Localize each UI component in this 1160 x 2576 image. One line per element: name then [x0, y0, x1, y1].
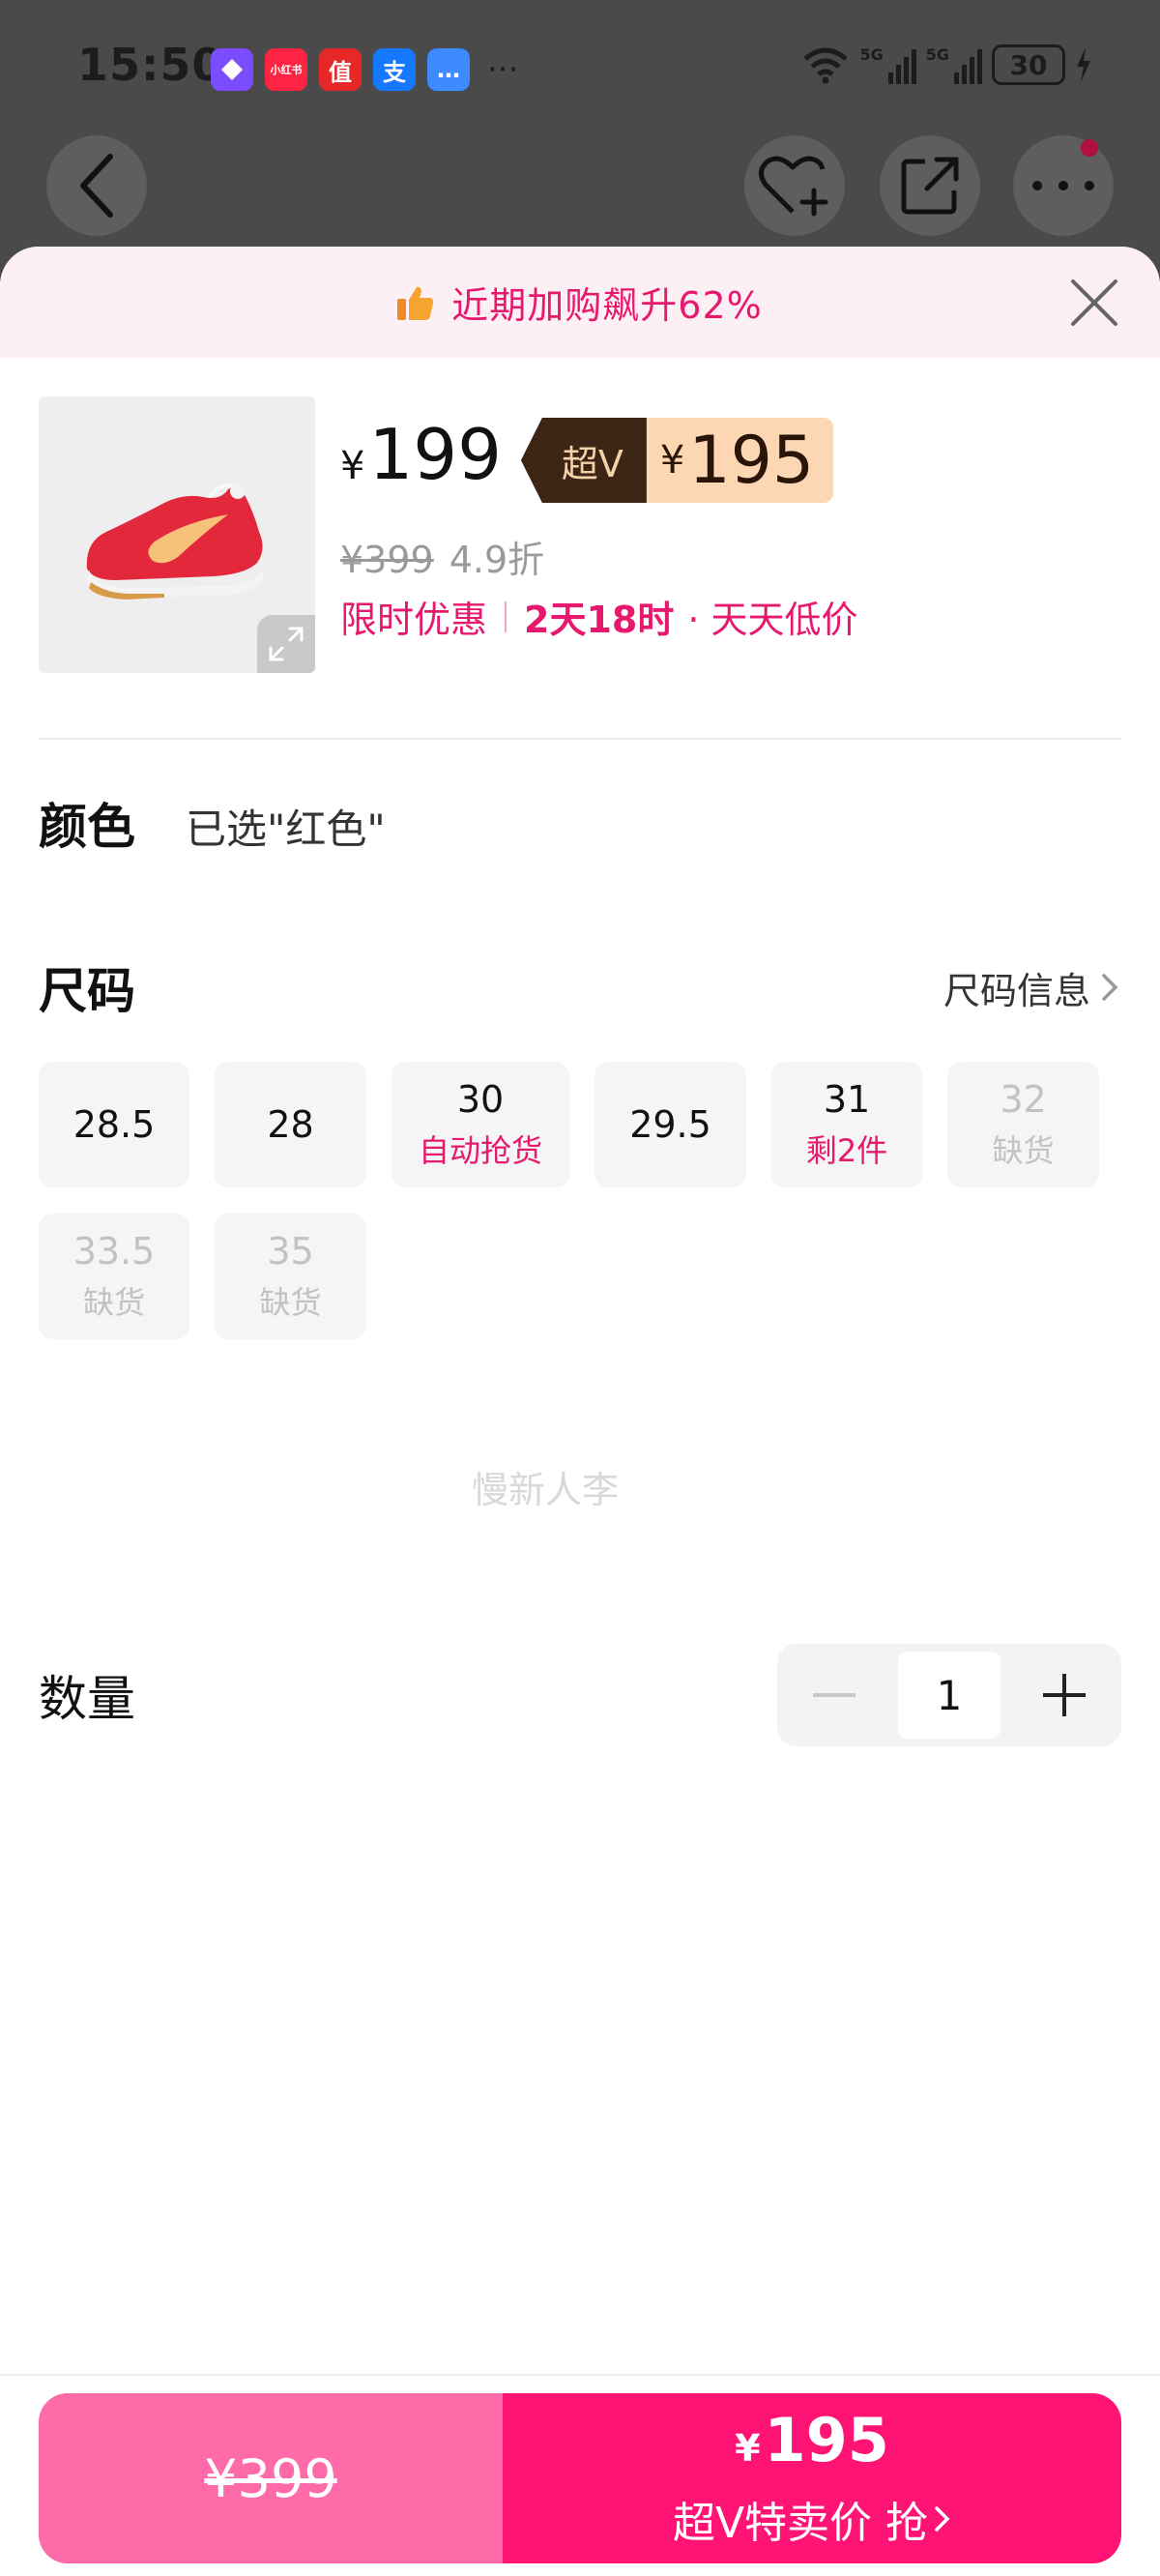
- vip-price: ¥195: [646, 418, 834, 503]
- chevron-left-icon: [80, 154, 113, 218]
- size-option-32[interactable]: 32 缺货: [947, 1062, 1099, 1187]
- system-icons: 5G 5G 30: [801, 44, 1092, 85]
- increase-button[interactable]: [1021, 1652, 1108, 1739]
- chevron-right-icon: [1102, 974, 1118, 1001]
- smzdm-icon: 值: [319, 48, 362, 91]
- decrease-button[interactable]: [791, 1652, 878, 1739]
- promo-label: 限时优惠: [340, 599, 488, 641]
- color-section: 颜色 已选"红色": [39, 788, 386, 858]
- size-option-29-5[interactable]: 29.5: [594, 1062, 746, 1187]
- quantity-value[interactable]: 1: [898, 1652, 1000, 1739]
- xiaohongshu-icon: 小红书: [265, 48, 307, 91]
- more-button[interactable]: [1013, 135, 1114, 236]
- signal-1-icon: 5G: [859, 45, 916, 84]
- close-icon[interactable]: [1067, 276, 1121, 330]
- screen: 15:50 小红书 值 支 … ··· 5G 5G 30 近期加购飙升62% ¥…: [0, 0, 1160, 2576]
- quantity-stepper: 1: [777, 1644, 1121, 1746]
- alipay-icon: 支: [373, 48, 416, 91]
- buy-original-price-button[interactable]: ¥399: [39, 2393, 503, 2563]
- battery-icon: 30: [992, 44, 1065, 85]
- promo-row: 限时优惠 2天18时 · 天天低价: [340, 590, 858, 643]
- divider: [39, 738, 1121, 740]
- share-icon: [901, 157, 959, 215]
- vip-label: 超V: [520, 418, 647, 503]
- size-info-link[interactable]: 尺码信息: [943, 961, 1121, 1014]
- bottom-action-bar: ¥399 ¥195 超V特卖价 抢: [0, 2374, 1160, 2576]
- message-icon: …: [427, 48, 470, 91]
- heart-plus-icon: [759, 156, 828, 217]
- quantity-title: 数量: [39, 1671, 135, 1727]
- original-price-row: ¥399 4.9折: [340, 530, 544, 583]
- diamond-app-icon: [211, 48, 253, 91]
- buy-cta: 超V特卖价 抢: [673, 2488, 951, 2550]
- wifi-icon: [803, 47, 849, 84]
- product-image[interactable]: [39, 396, 315, 673]
- charging-icon: [1077, 47, 1090, 82]
- size-section-header: 尺码 尺码信息: [39, 952, 1121, 1022]
- size-option-28-5[interactable]: 28.5: [39, 1062, 189, 1187]
- promo-divider: [505, 600, 508, 632]
- back-button[interactable]: [46, 135, 147, 236]
- size-option-33-5[interactable]: 33.5 缺货: [39, 1214, 189, 1339]
- original-price: ¥399: [340, 539, 434, 581]
- more-notifications-icon: ···: [487, 50, 519, 89]
- plus-icon: [1043, 1674, 1086, 1716]
- watermark: 慢新人李: [472, 1469, 620, 1511]
- color-title: 颜色: [39, 799, 135, 855]
- notification-dot: [1081, 139, 1098, 157]
- product-summary: ¥199 超V ¥195 ¥399 4.9折 限时优惠 2天18时 · 天天低价: [0, 358, 1160, 725]
- minus-icon: [813, 1693, 856, 1697]
- chevron-right-icon: [935, 2506, 950, 2532]
- size-option-28[interactable]: 28: [215, 1062, 366, 1187]
- buy-bar: ¥399 ¥195 超V特卖价 抢: [39, 2393, 1121, 2563]
- size-option-30[interactable]: 30 自动抢货: [392, 1062, 569, 1187]
- expand-icon: [269, 627, 304, 661]
- promo-suffix: · 天天低价: [687, 599, 858, 641]
- notification-app-icons: 小红书 值 支 … ···: [211, 48, 518, 91]
- vip-price-tag: 超V ¥195: [520, 418, 834, 503]
- discount-label: 4.9折: [449, 539, 545, 581]
- more-dots-icon: [1032, 181, 1094, 190]
- quantity-section: 数量 1: [39, 1644, 1121, 1746]
- current-price: ¥199: [340, 414, 502, 495]
- size-option-35[interactable]: 35 缺货: [215, 1214, 366, 1339]
- promo-countdown: 2天18时: [524, 599, 675, 641]
- share-button[interactable]: [880, 135, 980, 236]
- size-title: 尺码: [39, 963, 135, 1019]
- sku-sheet: 近期加购飙升62% ¥199 超V ¥ 195 ¥399 4.9折 限时优惠 2…: [0, 247, 1160, 2576]
- thumbs-up-icon: [397, 286, 434, 320]
- price-row: ¥199 超V ¥195: [340, 414, 834, 505]
- size-option-31[interactable]: 31 剩2件: [771, 1062, 922, 1187]
- buy-price: ¥195: [735, 2405, 889, 2475]
- color-selected: 已选"红色": [186, 805, 386, 853]
- trend-banner: 近期加购飙升62%: [0, 247, 1160, 358]
- favorite-button[interactable]: [744, 135, 845, 236]
- status-bar: 15:50 小红书 值 支 … ··· 5G 5G 30: [0, 0, 1160, 135]
- signal-2-icon: 5G: [926, 45, 982, 84]
- clock: 15:50: [77, 39, 224, 91]
- buy-now-button[interactable]: ¥195 超V特卖价 抢: [503, 2393, 1121, 2563]
- expand-image-button[interactable]: [257, 615, 315, 673]
- banner-text: 近期加购飙升62%: [451, 284, 763, 327]
